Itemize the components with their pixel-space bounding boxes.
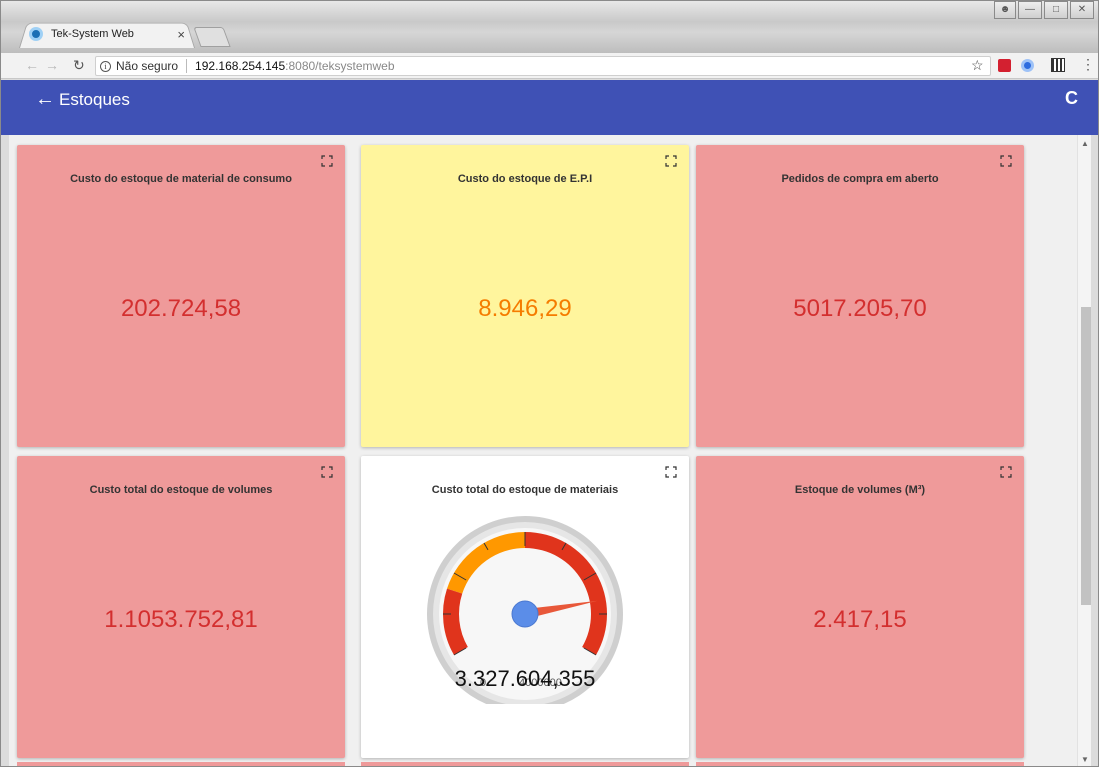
card-value: 8.946,29 bbox=[478, 295, 572, 322]
reload-icon[interactable]: ↻ bbox=[73, 57, 85, 74]
expand-icon[interactable] bbox=[665, 155, 677, 167]
info-icon[interactable]: i bbox=[100, 60, 111, 72]
card-value: 202.724,58 bbox=[120, 295, 242, 322]
bookmark-star-icon[interactable]: ☆ bbox=[971, 57, 984, 74]
card-value: 2.417,15 bbox=[813, 606, 907, 633]
card-estoque-volumes[interactable]: Custo total do estoque de volumes 1.1053… bbox=[17, 456, 345, 758]
new-tab-button[interactable] bbox=[193, 27, 231, 47]
next-row-card-peek bbox=[696, 762, 1024, 766]
card-title: Estoque de volumes (M³) bbox=[794, 484, 926, 496]
tab-title: Tek-System Web bbox=[51, 28, 134, 40]
scroll-down-icon[interactable]: ▼ bbox=[1081, 755, 1089, 764]
user-icon[interactable]: ☻ bbox=[994, 1, 1016, 19]
extension-qr-icon[interactable] bbox=[1051, 58, 1065, 72]
omnibox-separator bbox=[186, 59, 188, 73]
security-label: Não seguro bbox=[116, 59, 179, 73]
card-pedidos-compra[interactable]: Pedidos de compra em aberto 5017.205,70 bbox=[696, 145, 1024, 447]
next-row-card-peek bbox=[17, 762, 345, 766]
gauge-hub bbox=[511, 600, 539, 628]
extension-circle-icon[interactable] bbox=[1021, 59, 1034, 72]
browser-toolbar: ← → ↻ i Não seguro 192.168.254.145 :8080… bbox=[1, 53, 1098, 79]
scroll-thumb[interactable] bbox=[1081, 307, 1091, 605]
extension-shield-icon[interactable] bbox=[998, 59, 1011, 72]
window-controls: ☻ — □ ✕ bbox=[994, 1, 1094, 19]
card-title: Custo do estoque de E.P.I bbox=[457, 173, 593, 185]
card-title: Custo total do estoque de materiais bbox=[431, 484, 619, 496]
card-estoque-materiais[interactable]: Custo total do estoque de materiais 0 40… bbox=[361, 456, 689, 758]
expand-icon[interactable] bbox=[1000, 466, 1012, 478]
card-epi[interactable]: Custo do estoque de E.P.I 8.946,29 bbox=[361, 145, 689, 447]
app-bar: ← Estoques C bbox=[1, 80, 1098, 135]
back-nav-icon[interactable]: ← bbox=[25, 57, 39, 73]
title-bar: Tek-System Web × ☻ — □ ✕ bbox=[1, 1, 1098, 53]
url-host: 192.168.254.145 bbox=[195, 59, 286, 73]
vertical-scrollbar[interactable]: ▲ ▼ bbox=[1077, 135, 1091, 766]
browser-menu-icon[interactable]: ⋮ bbox=[1081, 56, 1095, 73]
refresh-icon[interactable]: C bbox=[1065, 88, 1078, 109]
card-value: 1.1053.752,81 bbox=[104, 606, 258, 633]
browser-window: Tek-System Web × ☻ — □ ✕ ← → ↻ i Não seg… bbox=[0, 0, 1099, 767]
expand-icon[interactable] bbox=[1000, 155, 1012, 167]
maximize-button[interactable]: □ bbox=[1044, 1, 1068, 19]
card-material-consumo[interactable]: Custo do estoque de material de consumo … bbox=[17, 145, 345, 447]
card-volumes-m3[interactable]: Estoque de volumes (M³) 2.417,15 bbox=[696, 456, 1024, 758]
card-title: Custo total do estoque de volumes bbox=[89, 484, 273, 496]
browser-tab-content[interactable]: Tek-System Web × bbox=[29, 24, 189, 44]
address-bar[interactable]: i Não seguro 192.168.254.145 :8080/teksy… bbox=[95, 56, 991, 76]
gauge-value: 3.327.604,355 bbox=[454, 666, 596, 691]
minimize-button[interactable]: — bbox=[1018, 1, 1042, 19]
card-value: 5017.205,70 bbox=[793, 295, 927, 322]
url-path: :8080/teksystemweb bbox=[285, 59, 395, 73]
dashboard-content: Custo do estoque de material de consumo … bbox=[9, 135, 1091, 766]
next-row-card-peek bbox=[361, 762, 689, 766]
forward-nav-icon[interactable]: → bbox=[45, 57, 59, 73]
favicon-icon bbox=[29, 27, 43, 41]
expand-icon[interactable] bbox=[665, 466, 677, 478]
tab-close-icon[interactable]: × bbox=[177, 27, 185, 42]
card-title: Custo do estoque de material de consumo bbox=[70, 173, 292, 185]
expand-icon[interactable] bbox=[321, 155, 333, 167]
expand-icon[interactable] bbox=[321, 466, 333, 478]
page-title: Estoques bbox=[59, 90, 130, 109]
back-arrow-icon[interactable]: ← bbox=[35, 88, 55, 111]
close-window-button[interactable]: ✕ bbox=[1070, 1, 1094, 19]
card-title: Pedidos de compra em aberto bbox=[781, 173, 939, 185]
scroll-up-icon[interactable]: ▲ bbox=[1081, 139, 1089, 148]
